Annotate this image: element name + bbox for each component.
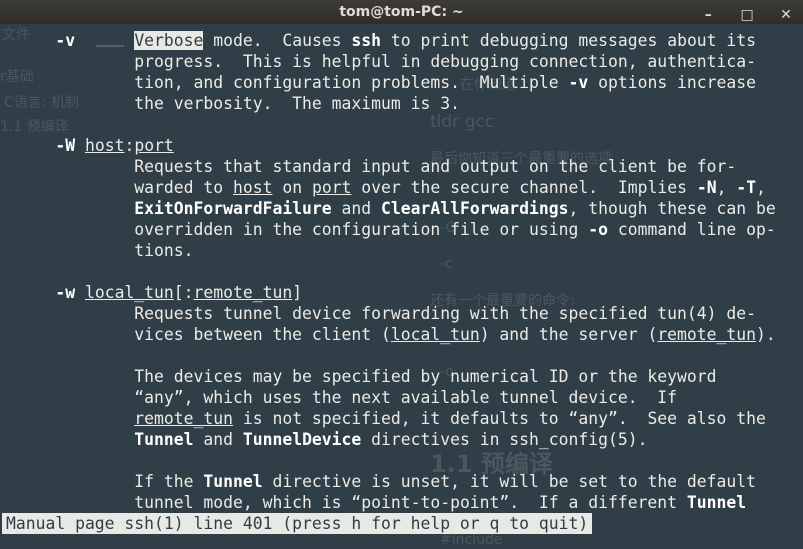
man-text: Requests that standard input and output … (134, 157, 737, 176)
directive: TunnelDevice (242, 430, 362, 449)
argument: remote_tun (657, 325, 756, 344)
man-text: tunnel mode, which is “point-to-point”. … (134, 493, 687, 512)
man-text: : (124, 136, 135, 155)
search-highlight: Verbose (134, 31, 204, 50)
pager-status-line: Manual page ssh(1) line 401 (press h for… (2, 513, 593, 534)
directive: Tunnel (203, 472, 263, 491)
man-text: tions. (134, 241, 194, 260)
man-text: over the secure channel. Implies (351, 178, 697, 197)
option-flag: -T (736, 178, 757, 197)
man-text: and (331, 199, 382, 218)
man-text: overridden in the configuration file or … (134, 220, 589, 239)
man-text: options increase (588, 73, 757, 92)
close-icon[interactable]: ✕ (777, 6, 795, 24)
man-text: tion, and configuration problems. Multip… (134, 73, 569, 92)
argument: remote_tun (193, 283, 293, 302)
directive: ClearAllForwardings (381, 199, 569, 218)
man-text: progress. This is helpful in debugging c… (134, 52, 756, 71)
man-text: the verbosity. The maximum is 3. (134, 94, 460, 113)
option-flag: -W (55, 136, 76, 155)
argument: port (134, 136, 174, 155)
directive: ExitOnForwardFailure (134, 199, 332, 218)
minimize-icon[interactable]: – (699, 6, 717, 24)
option-flag: -N (696, 178, 717, 197)
option-flag: -v (568, 73, 589, 92)
directive: Tunnel (686, 493, 747, 512)
terminal-viewport[interactable]: 文件 r基础 C语言: 机制 1.1 预编译 在你知道 tldr gcc 最后你… (0, 24, 803, 549)
man-text: is not specified, it defaults to “any”. … (232, 409, 766, 428)
man-text: [: (173, 283, 194, 302)
window-title: tom@tom-PC: ~ (339, 4, 464, 20)
man-page-content[interactable]: -v Verbose mode. Causes ssh to print deb… (6, 30, 776, 513)
man-text: Requests tunnel device forwarding with t… (134, 304, 756, 323)
man-text: ). (756, 325, 776, 344)
man-text: command line op‐ (607, 220, 776, 239)
man-text: , though these can be (568, 199, 776, 218)
directive: Tunnel (134, 430, 194, 449)
argument: remote_tun (134, 409, 233, 428)
argument: port (311, 178, 352, 197)
command-name: ssh (351, 31, 382, 50)
argument: local_tun (390, 325, 480, 344)
option-flag: -v (55, 31, 76, 50)
man-text: vices between the client ( (134, 325, 391, 344)
man-text: , (716, 178, 737, 197)
argument: host (232, 178, 273, 197)
man-text: directives in ssh_config(5). (361, 430, 648, 449)
man-text: to print debugging messages about its (381, 31, 757, 50)
option-flag: -w (55, 283, 76, 302)
man-text: warded to (134, 178, 233, 197)
maximize-icon[interactable]: □ (738, 6, 756, 24)
window-controls: – □ ✕ (683, 3, 795, 24)
man-text: ) and the server ( (479, 325, 658, 344)
man-text: If the (134, 472, 204, 491)
man-text: ] (292, 283, 303, 302)
ghost-text: #include (440, 532, 503, 548)
window-titlebar[interactable]: tom@tom-PC: ~ – □ ✕ (0, 0, 803, 24)
man-text: on (272, 178, 312, 197)
man-text: “any”, which uses the next available tun… (134, 388, 678, 407)
man-text: mode. Causes (203, 31, 352, 50)
option-flag: -o (588, 220, 608, 239)
argument: host (84, 136, 125, 155)
man-text: directive is unset, it will be set to th… (262, 472, 756, 491)
man-text: The devices may be specified by numerica… (134, 367, 717, 386)
man-text: , (756, 178, 766, 197)
man-text: and (193, 430, 243, 449)
argument: local_tun (84, 283, 174, 302)
